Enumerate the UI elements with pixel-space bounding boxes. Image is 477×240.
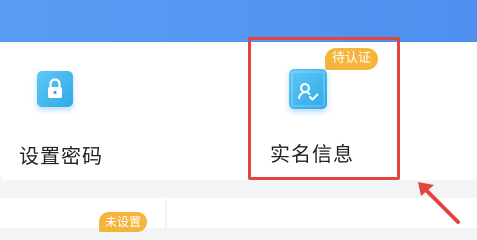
account-card: 设置密码 待认证 实名信息: [0, 42, 477, 180]
bottom-row: 未设置: [0, 198, 477, 232]
pointer-arrow-icon: [418, 182, 460, 224]
bottom-item-left[interactable]: 未设置: [0, 198, 165, 232]
not-set-badge: 未设置: [99, 212, 148, 232]
highlight-box: [248, 37, 400, 180]
header-bar: [0, 0, 477, 42]
set-password-label: 设置密码: [19, 144, 103, 168]
set-password-button[interactable]: 设置密码: [0, 42, 150, 180]
lock-icon: [37, 71, 73, 107]
